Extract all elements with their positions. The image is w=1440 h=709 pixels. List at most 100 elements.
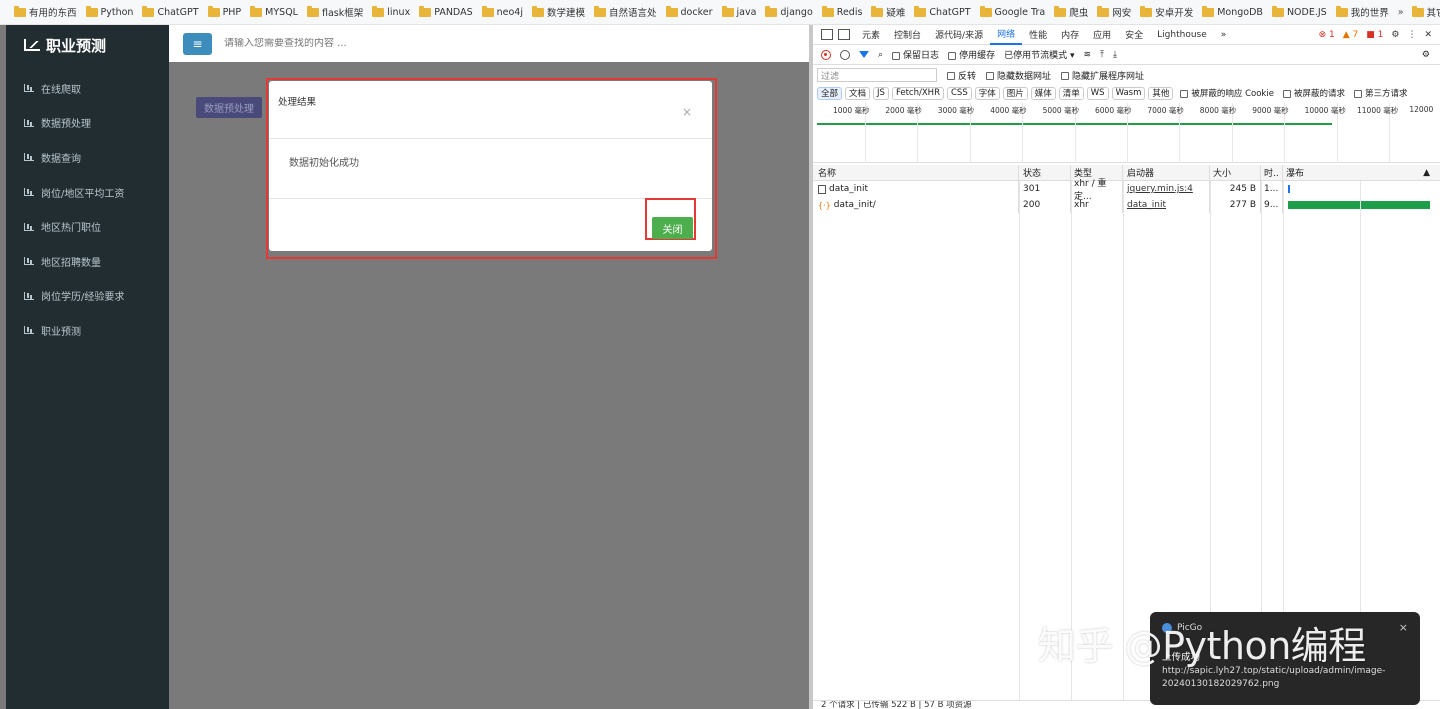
blocked-cookies-checkbox[interactable]: 被屏蔽的响应 Cookie — [1180, 87, 1274, 99]
sidebar-item[interactable]: 岗位学历/经验要求 — [6, 279, 169, 314]
disable-cache-checkbox[interactable]: 停用缓存 — [948, 48, 995, 61]
bookmark-item[interactable]: PANDAS — [419, 5, 473, 18]
bookmark-item[interactable]: neo4j — [481, 5, 523, 18]
more-tabs-icon[interactable]: » — [1214, 25, 1234, 45]
bookmarks-overflow-icon[interactable]: » — [1398, 7, 1404, 18]
hide-ext-urls-checkbox[interactable]: 隐藏扩展程序网址 — [1061, 69, 1144, 82]
bookmark-item[interactable]: 爬虫 — [1054, 5, 1088, 19]
bookmark-item[interactable]: Google Tra — [979, 5, 1045, 18]
type-filter-chip[interactable]: 文档 — [845, 86, 871, 100]
preprocess-button[interactable]: 数据预处理 — [196, 97, 262, 118]
network-settings-icon[interactable]: ⚙ — [1422, 50, 1430, 60]
bookmark-item[interactable]: 网安 — [1097, 5, 1131, 19]
modal-close-button[interactable]: 关闭 — [652, 217, 693, 239]
sidebar-item[interactable]: 在线爬取 — [6, 71, 169, 106]
type-filter-chip[interactable]: 字体 — [974, 86, 1000, 100]
sidebar-item[interactable]: 岗位/地区平均工资 — [6, 175, 169, 210]
notification-close-icon[interactable]: × — [1399, 621, 1408, 634]
col-size[interactable]: 大小 — [1210, 165, 1261, 180]
close-icon[interactable]: × — [682, 105, 692, 119]
bookmark-item[interactable]: django — [765, 5, 813, 18]
bookmark-item[interactable]: 我的世界 — [1335, 5, 1389, 19]
type-filter-chip[interactable]: Wasm — [1111, 86, 1146, 100]
devtools-tab[interactable]: 内存 — [1054, 25, 1086, 45]
col-status[interactable]: 状态 — [1019, 165, 1071, 180]
devtools-tab[interactable]: 应用 — [1086, 25, 1118, 45]
type-filter-chip[interactable]: Fetch/XHR — [891, 86, 944, 100]
bookmark-item[interactable]: 有用的东西 — [14, 5, 77, 19]
sidebar-item[interactable]: 职业预测 — [6, 313, 169, 348]
initiator-link[interactable]: jquery.min.js:4 — [1127, 184, 1193, 194]
bookmark-item[interactable]: 数学建模 — [531, 5, 585, 19]
clear-icon[interactable] — [840, 49, 850, 60]
type-filter-chip[interactable]: JS — [873, 86, 889, 100]
devtools-tab[interactable]: 安全 — [1118, 25, 1150, 45]
bookmark-item[interactable]: ChatGPT — [142, 5, 199, 18]
sidebar-item[interactable]: 地区招聘数量 — [6, 244, 169, 279]
bookmark-item[interactable]: 安卓开发 — [1140, 5, 1193, 19]
bookmark-item[interactable]: NODE.JS — [1271, 5, 1327, 18]
settings-icon[interactable]: ⚙ — [1391, 30, 1399, 40]
close-devtools-icon[interactable]: ✕ — [1424, 30, 1432, 40]
network-overview-timeline[interactable]: 1000 毫秒 2000 毫秒 3000 毫秒 4000 毫秒 5000 毫秒 6000 … — [813, 103, 1440, 163]
sidebar-item[interactable]: 数据查询 — [6, 140, 169, 175]
bookmark-item[interactable]: flask框架 — [306, 5, 363, 19]
record-icon[interactable] — [821, 49, 831, 60]
search-input[interactable] — [224, 38, 524, 49]
inspect-icon[interactable] — [821, 29, 833, 40]
issues-count[interactable]: ■ 1 — [1366, 30, 1383, 40]
devtools-tab[interactable]: 源代码/来源 — [928, 25, 990, 45]
devtools-tab[interactable]: 网络 — [990, 25, 1023, 45]
bookmark-item[interactable]: MongoDB — [1202, 5, 1263, 18]
bookmark-item[interactable]: docker — [665, 5, 713, 18]
filter-icon[interactable] — [859, 51, 869, 58]
wifi-icon[interactable]: ≋ — [1083, 50, 1091, 60]
type-filter-chip[interactable]: 清单 — [1058, 86, 1084, 100]
bookmark-item[interactable]: 疑难 — [871, 5, 905, 19]
type-filter-chip[interactable]: 其他 — [1148, 86, 1174, 100]
filter-input[interactable]: 过滤 — [817, 68, 937, 82]
blocked-requests-checkbox[interactable]: 被屏蔽的请求 — [1282, 87, 1345, 99]
table-row[interactable]: data_init 301 xhr / 重定... jquery.min.js:4 24… — [813, 179, 1440, 202]
col-time[interactable]: 时.. — [1261, 165, 1283, 180]
third-party-checkbox[interactable]: 第三方请求 — [1353, 87, 1407, 99]
hide-data-urls-checkbox[interactable]: 隐藏数据网址 — [986, 69, 1051, 82]
bookmark-item[interactable]: 其它收藏 — [1411, 5, 1440, 19]
bookmark-item[interactable]: MYSQL — [250, 5, 298, 18]
bookmark-item[interactable]: java — [721, 5, 756, 18]
sidebar-toggle-button[interactable]: ≡ — [183, 32, 212, 55]
type-filter-chip[interactable]: 媒体 — [1030, 86, 1056, 100]
type-filter-chip[interactable]: 图片 — [1002, 86, 1028, 100]
bookmark-item[interactable]: ChatGPT — [914, 5, 971, 18]
sidebar-item[interactable]: 数据预处理 — [6, 106, 169, 141]
bookmark-item[interactable]: 自然语言处 — [594, 5, 657, 19]
type-filter-chip[interactable]: CSS — [946, 86, 972, 100]
col-name[interactable]: 名称 — [813, 165, 1019, 180]
device-toolbar-icon[interactable] — [838, 29, 850, 40]
initiator-link[interactable]: data_init — [1127, 200, 1166, 210]
download-icon[interactable]: ⤓ — [1113, 50, 1117, 60]
upload-icon[interactable]: ⤒ — [1100, 50, 1104, 60]
bookmark-item[interactable]: PHP — [207, 5, 241, 18]
devtools-tab[interactable]: 控制台 — [887, 25, 928, 45]
table-row[interactable]: {·} data_init/200 xhr data_init 277 B 9... — [813, 197, 1440, 213]
devtools-tab[interactable]: Lighthouse — [1150, 25, 1214, 45]
col-initiator[interactable]: 启动器 — [1123, 165, 1210, 180]
kebab-menu-icon[interactable]: ⋮ — [1407, 30, 1416, 40]
devtools-tab[interactable]: 元素 — [855, 25, 887, 45]
throttle-select[interactable]: 已停用节流模式 ▾ — [1004, 48, 1074, 61]
search-icon[interactable]: ⌕ — [878, 50, 883, 60]
bookmark-item[interactable]: linux — [372, 5, 410, 18]
bookmark-item[interactable]: Python — [85, 5, 133, 18]
invert-checkbox[interactable]: 反转 — [947, 69, 976, 82]
brand[interactable]: 职业预测 — [6, 25, 169, 65]
type-filter-chip[interactable]: WS — [1086, 86, 1109, 100]
col-waterfall[interactable]: 瀑布 ▲ — [1283, 165, 1440, 180]
warning-count[interactable]: ▲ 7 — [1343, 30, 1359, 40]
devtools-tab[interactable]: 性能 — [1022, 25, 1054, 45]
bookmark-item[interactable]: Redis — [821, 5, 862, 18]
error-count[interactable]: ⊗ 1 — [1319, 30, 1335, 40]
type-filter-chip[interactable]: 全部 — [817, 86, 843, 100]
preserve-log-checkbox[interactable]: 保留日志 — [892, 48, 939, 61]
sidebar-item[interactable]: 地区热门职位 — [6, 209, 169, 244]
